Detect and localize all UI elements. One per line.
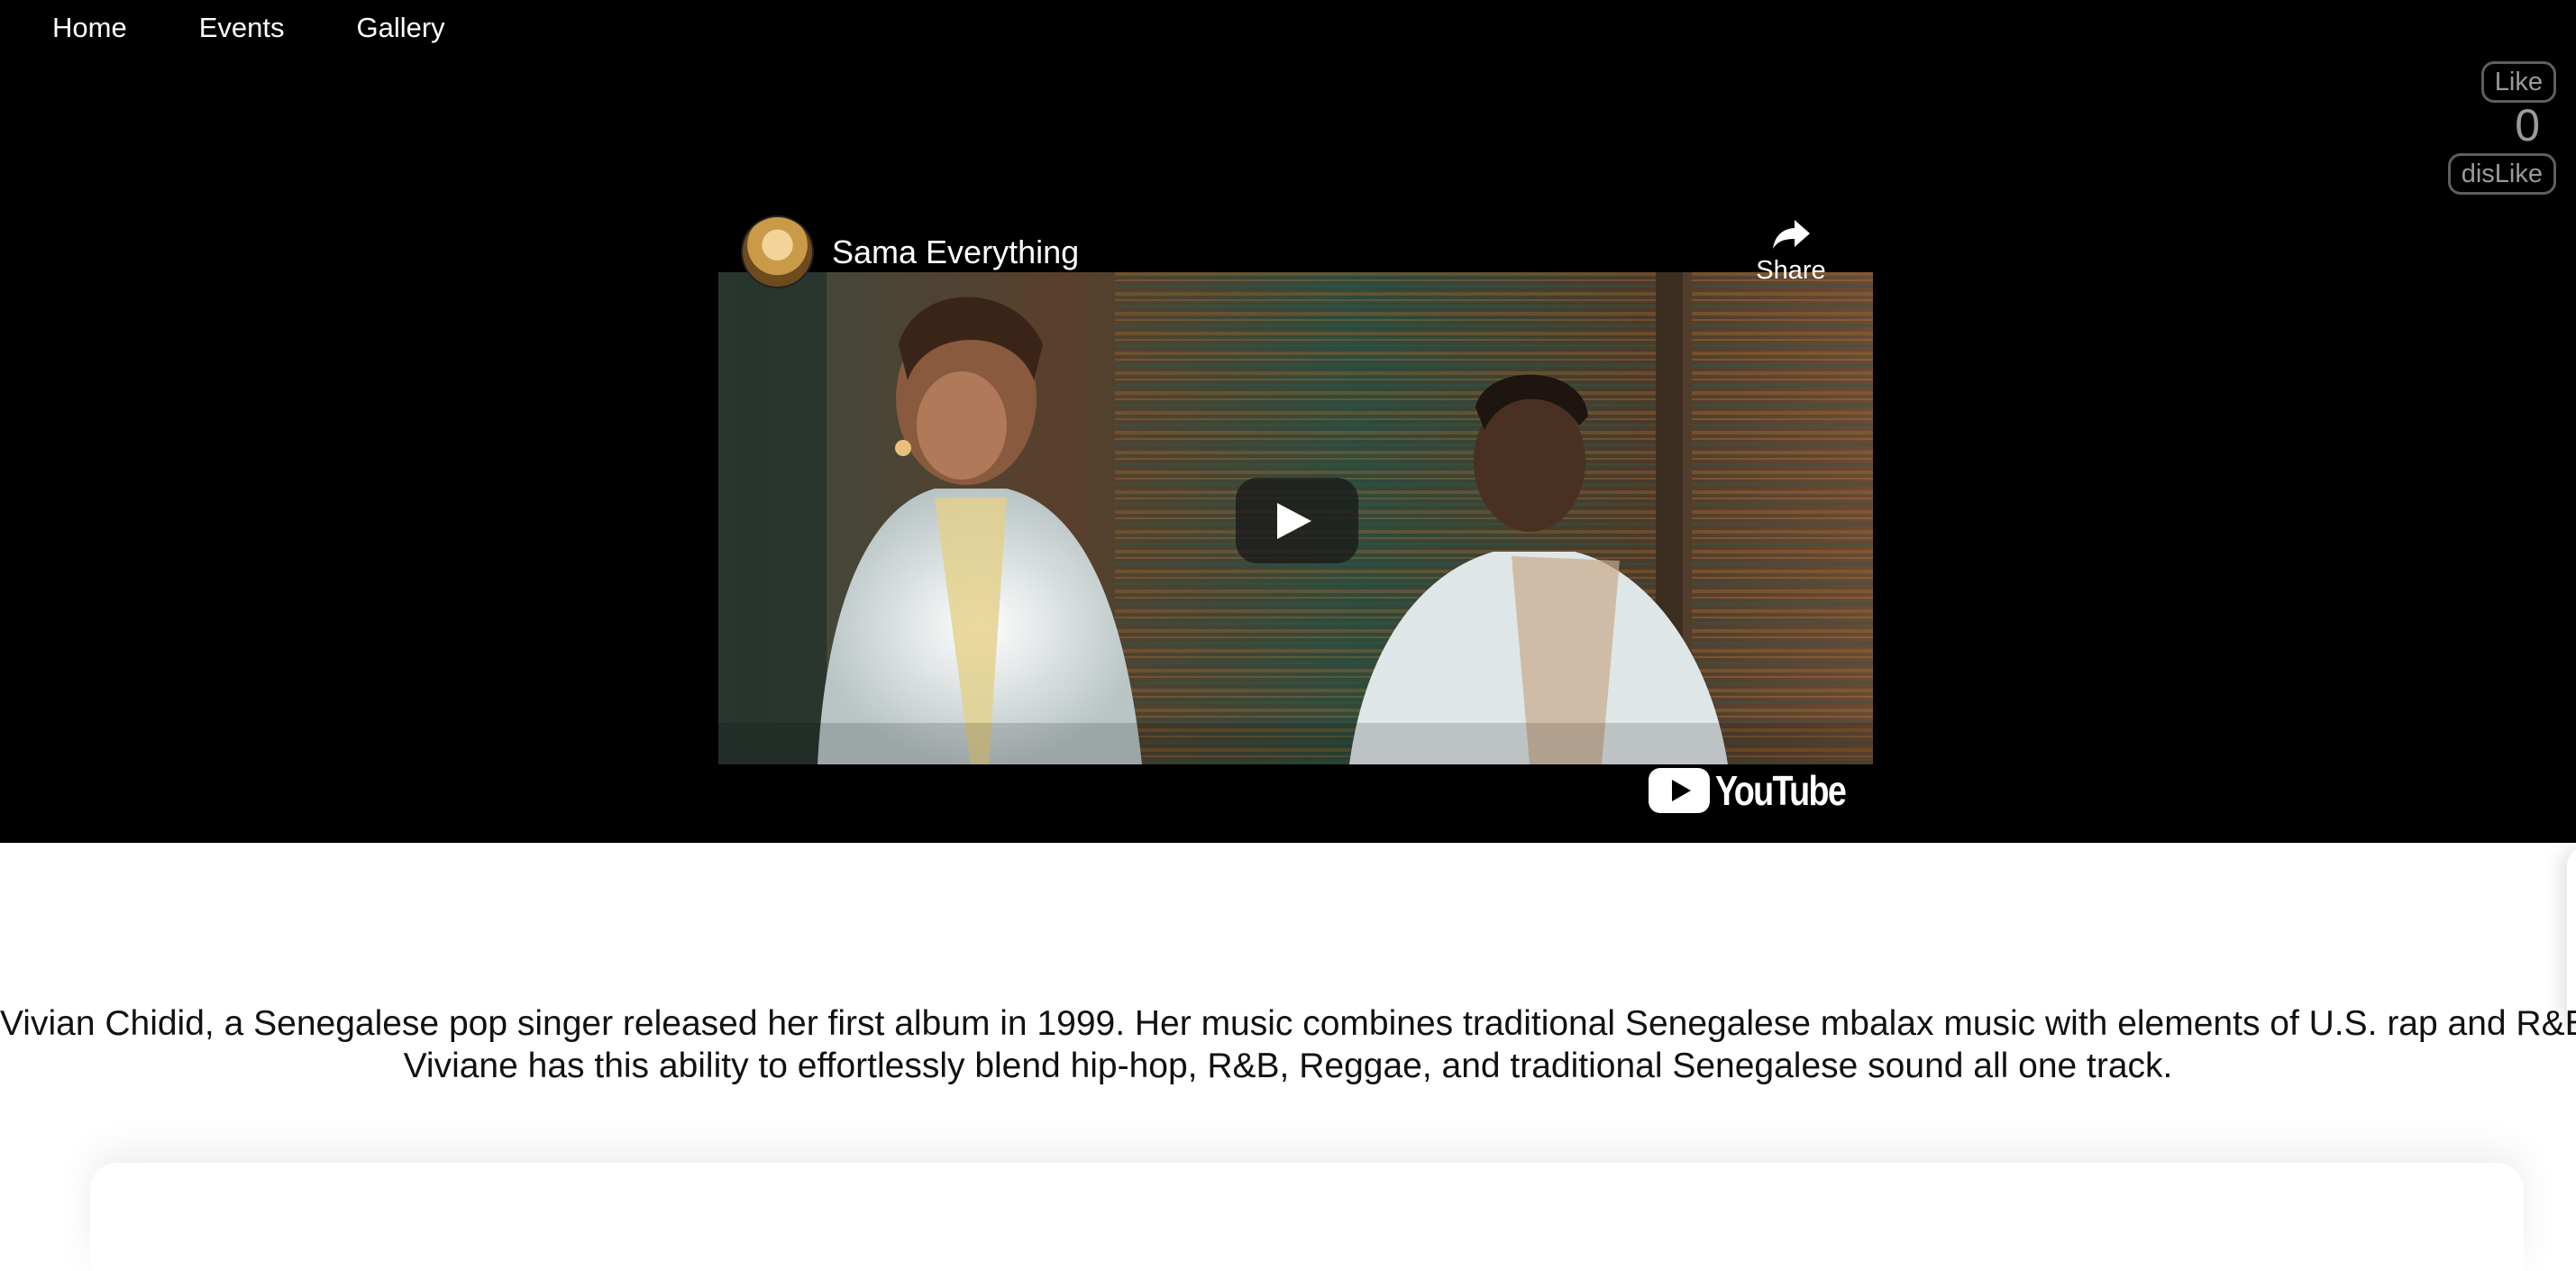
nav-gallery-link[interactable]: Gallery xyxy=(356,11,444,45)
share-label: Share xyxy=(1756,256,1826,285)
main-nav: Home Events Gallery xyxy=(52,11,517,45)
share-button[interactable]: Share xyxy=(1755,218,1827,286)
channel-name[interactable]: Sama Everything xyxy=(832,233,1079,271)
play-button[interactable] xyxy=(1236,478,1358,563)
like-button[interactable]: Like xyxy=(2480,61,2556,103)
vote-count: 0 xyxy=(2515,100,2540,151)
channel-header: Sama Everything xyxy=(741,215,1079,288)
nav-home-link[interactable]: Home xyxy=(52,11,127,45)
youtube-play-icon xyxy=(1649,768,1710,813)
description-line-2: Viviane has this ability to effortlessly… xyxy=(403,1047,2173,1085)
nav-events-link[interactable]: Events xyxy=(199,11,285,45)
youtube-wordmark: YouTube xyxy=(1715,767,1847,814)
channel-avatar[interactable] xyxy=(741,215,814,288)
artist-description: Vivian Chidid, a Senegalese pop singer r… xyxy=(0,1002,2576,1087)
dislike-button[interactable]: disLike xyxy=(2447,153,2556,195)
youtube-logo[interactable]: YouTube xyxy=(1649,766,1874,815)
description-line-1: Vivian Chidid, a Senegalese pop singer r… xyxy=(0,1004,2576,1043)
youtube-embed[interactable]: Sama Everything Share YouTube xyxy=(718,209,1873,824)
side-card-edge xyxy=(2567,847,2576,1028)
play-icon xyxy=(1277,503,1311,539)
share-icon xyxy=(1773,220,1810,249)
bottom-card xyxy=(90,1163,2524,1271)
hero-section: Home Events Gallery Like 0 disLike Sama … xyxy=(0,0,2576,843)
